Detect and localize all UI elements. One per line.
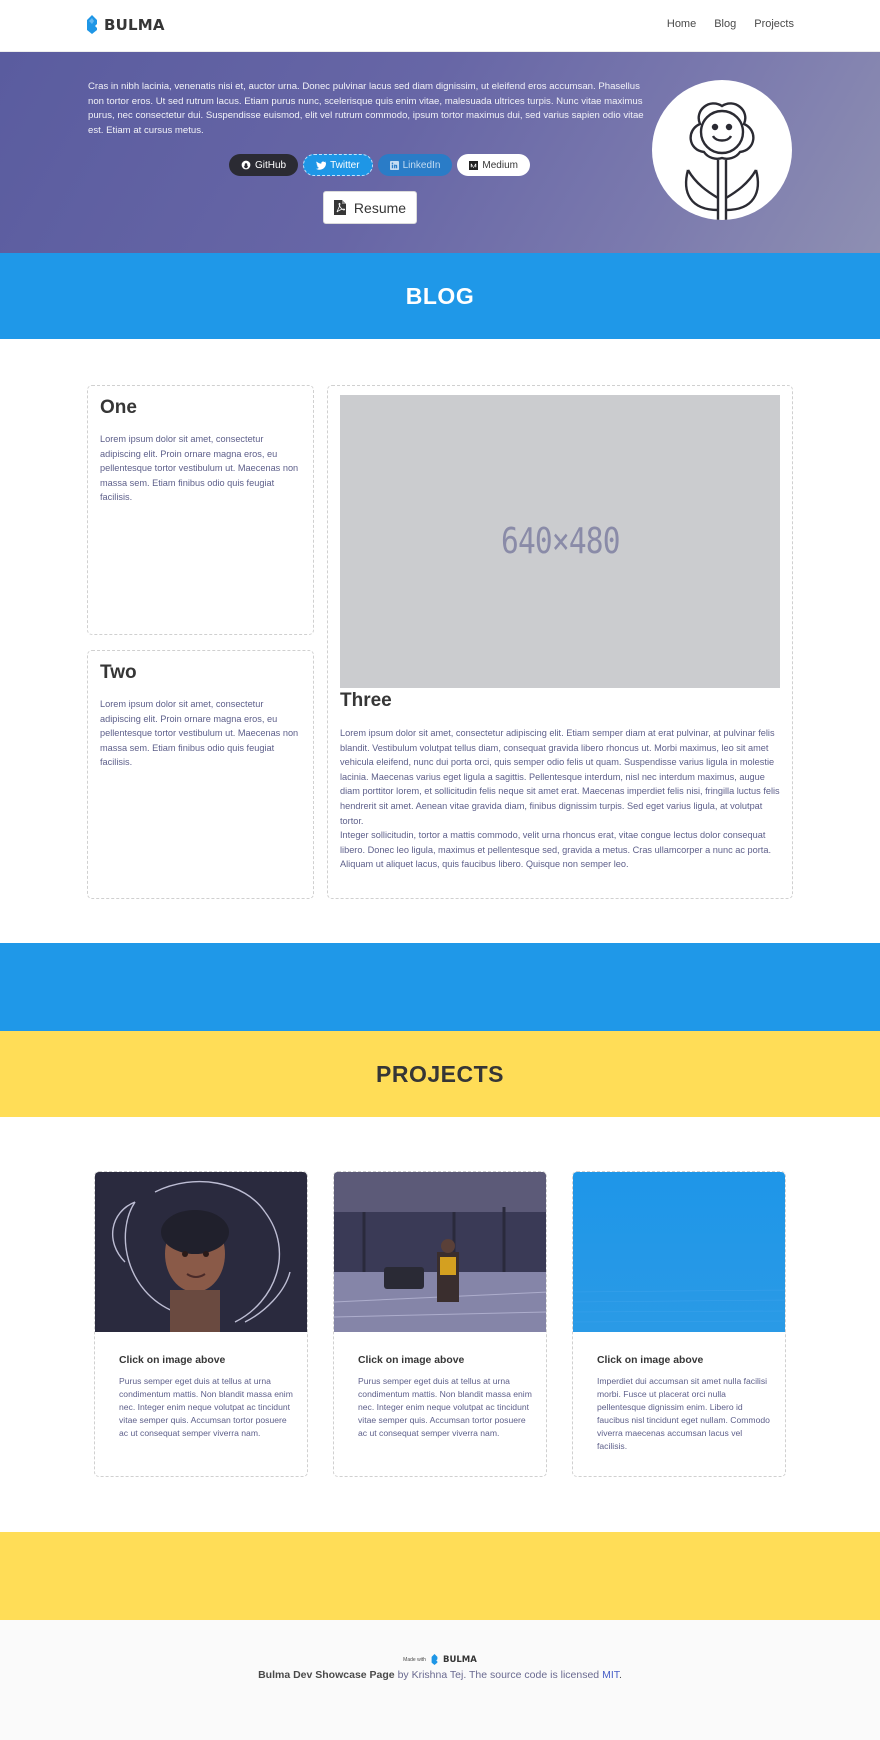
blog-footer-band [0, 943, 880, 1031]
blog-card-three-image: 640×480 [340, 395, 780, 688]
twitter-label: Twitter [330, 159, 360, 171]
project-card-2[interactable]: Click on image above Purus semper eget d… [333, 1171, 547, 1477]
bulma-logo-icon [87, 15, 97, 34]
github-icon [241, 160, 251, 170]
blog-header-band: BLOG [0, 253, 880, 339]
brand-logo-link[interactable]: BULMA [86, 15, 165, 34]
project-image-blue[interactable] [573, 1172, 786, 1332]
blog-title: BLOG [405, 283, 475, 309]
twitter-icon [316, 160, 327, 170]
footer-license-link[interactable]: MIT [602, 1669, 619, 1681]
projects-footer-band [0, 1532, 880, 1620]
social-links: GitHub Twitter LinkedIn Medium [229, 154, 530, 176]
hero-bio: Cras in nibh lacinia, venenatis nisi et,… [88, 81, 644, 136]
resume-button[interactable]: Resume [323, 191, 417, 224]
project-image-street-scene[interactable] [334, 1172, 547, 1332]
linkedin-icon [389, 160, 399, 170]
blog-card-one-title: One [100, 397, 137, 418]
medium-button[interactable]: Medium [457, 154, 530, 176]
project-card-2-text: Purus semper eget duis at tellus at urna… [358, 1376, 532, 1438]
nav-link-home[interactable]: Home [667, 18, 696, 30]
projects-title: PROJECTS [376, 1061, 504, 1087]
blog-card-one-text: Lorem ipsum dolor sit amet, consectetur … [100, 434, 299, 503]
project-card-2-title: Click on image above [358, 1355, 465, 1366]
project-card-3[interactable]: Click on image above Imperdiet dui accum… [572, 1171, 786, 1477]
resume-label: Resume [353, 199, 407, 216]
project-card-1-text: Purus semper eget duis at tellus at urna… [119, 1376, 293, 1438]
profile-avatar [652, 80, 792, 220]
nav-link-projects[interactable]: Projects [754, 18, 794, 30]
blog-card-two-text: Lorem ipsum dolor sit amet, consectetur … [100, 699, 299, 768]
bulma-logo-icon [431, 1654, 438, 1665]
linkedin-button[interactable]: LinkedIn [377, 154, 453, 176]
footer-site-name: Bulma Dev Showcase Page [258, 1669, 395, 1681]
footer-source-text: . The source code is licensed [463, 1669, 600, 1681]
project-image-sparkler-portrait[interactable] [95, 1172, 308, 1332]
footer-by: by [397, 1669, 409, 1681]
navbar: BULMA Home Blog Projects [0, 0, 880, 52]
made-with-label: Made with [403, 1656, 426, 1663]
pdf-file-icon [333, 200, 346, 215]
projects-header-band: PROJECTS [0, 1031, 880, 1117]
footer-credits: Bulma Dev Showcase Page by Krishna Tej. … [0, 1669, 880, 1681]
blog-card-three-text: Lorem ipsum dolor sit amet, consectetur … [340, 728, 780, 826]
nav-menu: Home Blog Projects [667, 18, 794, 30]
nav-link-blog[interactable]: Blog [714, 18, 736, 30]
smiling-flower-icon [684, 102, 760, 220]
footer-author-link[interactable]: Krishna Tej [412, 1669, 464, 1681]
blog-card-two-title: Two [100, 662, 137, 683]
blog-card-three-text-2: Integer sollicitudin, tortor a mattis co… [340, 830, 772, 870]
blog-card-one[interactable] [87, 385, 314, 635]
made-with-bulma-badge[interactable]: Made with BULMA [0, 1654, 880, 1665]
project-card-3-text: Imperdiet dui accumsan sit amet nulla fa… [597, 1376, 770, 1451]
github-label: GitHub [255, 159, 287, 171]
brand-name: BULMA [104, 15, 165, 34]
github-button[interactable]: GitHub [229, 154, 299, 176]
footer-end: . [619, 1669, 622, 1681]
site-footer: Made with BULMA Bulma Dev Showcase Page … [0, 1620, 880, 1740]
project-card-1[interactable]: Click on image above Purus semper eget d… [94, 1171, 308, 1477]
blog-card-two[interactable] [87, 650, 314, 899]
blog-card-three-title: Three [340, 690, 392, 711]
twitter-button[interactable]: Twitter [303, 154, 373, 176]
project-card-1-title: Click on image above [119, 1355, 226, 1366]
medium-icon [469, 160, 479, 170]
linkedin-label: LinkedIn [402, 159, 441, 171]
project-card-3-title: Click on image above [597, 1355, 704, 1366]
medium-label: Medium [482, 159, 518, 171]
hero-section: Cras in nibh lacinia, venenatis nisi et,… [0, 52, 880, 253]
image-size-label: 640×480 [500, 521, 620, 562]
made-with-brand: BULMA [442, 1654, 477, 1665]
